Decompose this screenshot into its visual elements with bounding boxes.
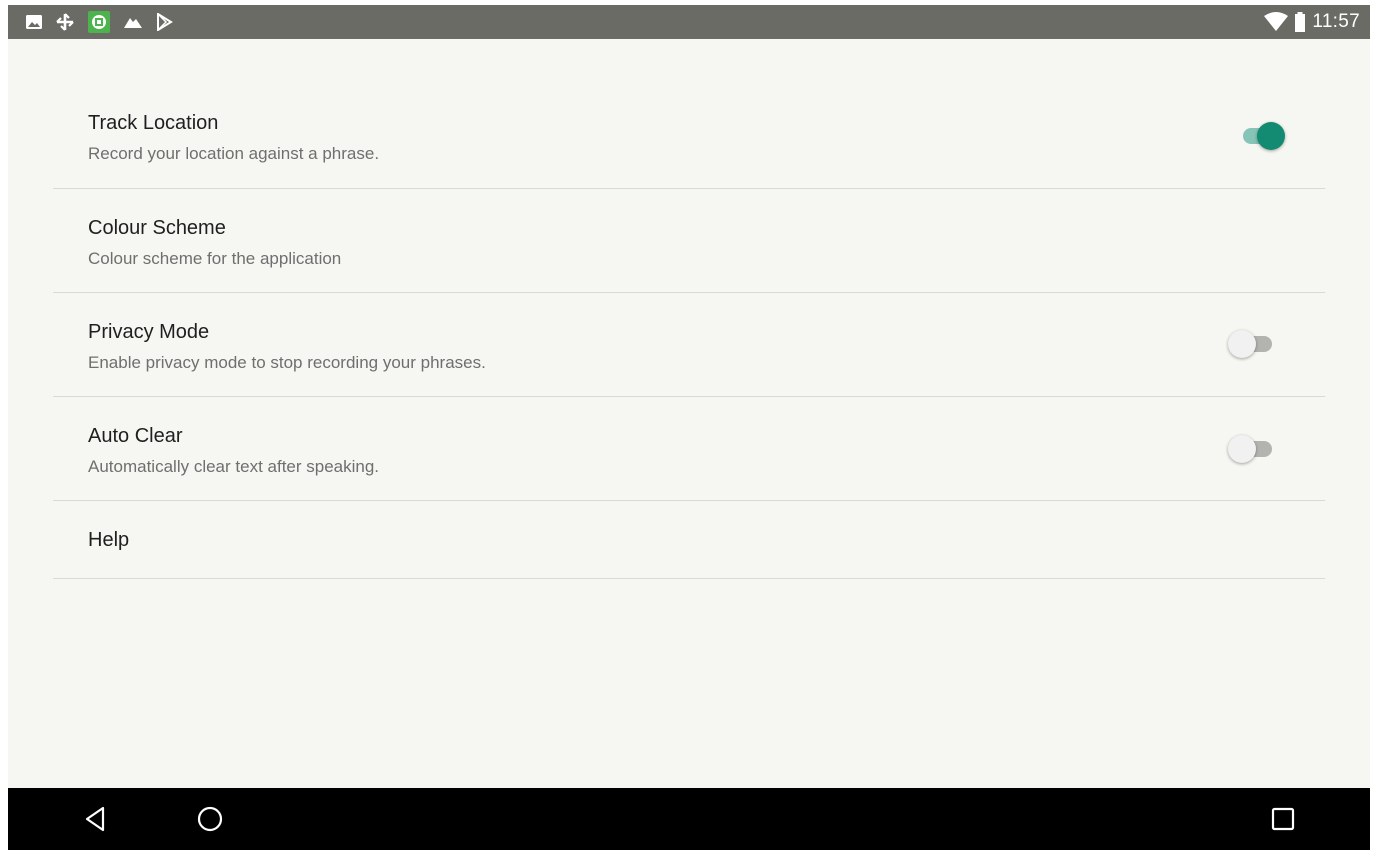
app-icon — [88, 11, 110, 33]
switch-thumb — [1228, 435, 1256, 463]
pref-summary: Record your location against a phrase. — [88, 144, 380, 163]
auto-clear-switch[interactable] — [1228, 434, 1276, 464]
pref-title: Track Location — [88, 112, 219, 134]
transfer-icon — [56, 13, 74, 31]
pref-title: Auto Clear — [88, 425, 183, 447]
pref-help[interactable]: Help — [53, 501, 1325, 579]
play-store-icon — [155, 13, 173, 31]
track-location-switch[interactable] — [1239, 121, 1287, 151]
pref-privacy-mode[interactable]: Privacy Mode Enable privacy mode to stop… — [53, 293, 1325, 397]
switch-thumb — [1257, 122, 1285, 150]
pref-title: Privacy Mode — [88, 321, 210, 343]
privacy-mode-switch[interactable] — [1228, 329, 1276, 359]
recents-icon[interactable] — [1267, 803, 1299, 835]
home-icon[interactable] — [194, 803, 226, 835]
pref-track-location[interactable]: Track Location Record your location agai… — [53, 87, 1325, 189]
status-time: 11:57 — [1312, 11, 1360, 32]
battery-icon — [1294, 12, 1306, 32]
back-icon[interactable] — [80, 803, 112, 835]
status-right-group: 11:57 — [1264, 5, 1360, 39]
pref-title: Help — [88, 529, 130, 551]
pref-colour-scheme[interactable]: Colour Scheme Colour scheme for the appl… — [53, 189, 1325, 293]
settings-screen: 11:57 Track Location Record your locatio… — [8, 5, 1370, 850]
pref-summary: Enable privacy mode to stop recording yo… — [88, 353, 486, 372]
pref-summary: Colour scheme for the application — [88, 249, 342, 268]
status-bar: 11:57 — [8, 5, 1370, 39]
mountain-icon — [124, 13, 142, 31]
image-icon — [25, 13, 43, 31]
pref-auto-clear[interactable]: Auto Clear Automatically clear text afte… — [53, 397, 1325, 501]
pref-summary: Automatically clear text after speaking. — [88, 457, 380, 476]
switch-thumb — [1228, 330, 1256, 358]
navigation-bar — [8, 788, 1370, 850]
wifi-icon — [1264, 12, 1289, 32]
pref-title: Colour Scheme — [88, 217, 226, 239]
